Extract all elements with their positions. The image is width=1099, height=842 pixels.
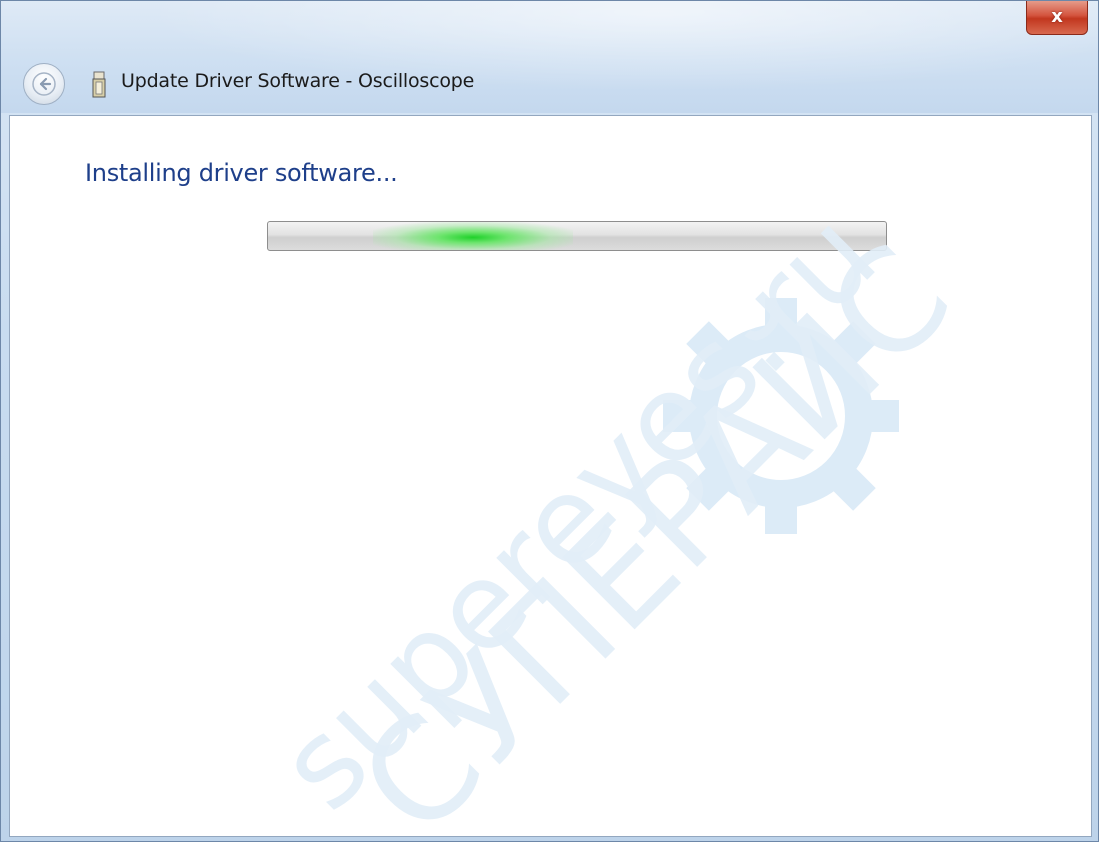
close-button[interactable]: x xyxy=(1026,1,1088,35)
window-title: Update Driver Software - Oscilloscope xyxy=(121,70,475,92)
progress-indicator-glow xyxy=(373,222,573,250)
update-driver-window: x Update Driver Software - Oscilloscope … xyxy=(0,0,1099,842)
usb-device-icon xyxy=(92,71,106,98)
wizard-content-area: Installing driver software... xyxy=(9,115,1092,837)
back-button[interactable] xyxy=(23,63,65,105)
title-bar: x Update Driver Software - Oscilloscope xyxy=(1,1,1098,113)
status-heading: Installing driver software... xyxy=(85,159,398,187)
back-arrow-icon xyxy=(32,72,56,96)
close-icon: x xyxy=(1051,6,1063,27)
progress-bar xyxy=(267,221,887,251)
